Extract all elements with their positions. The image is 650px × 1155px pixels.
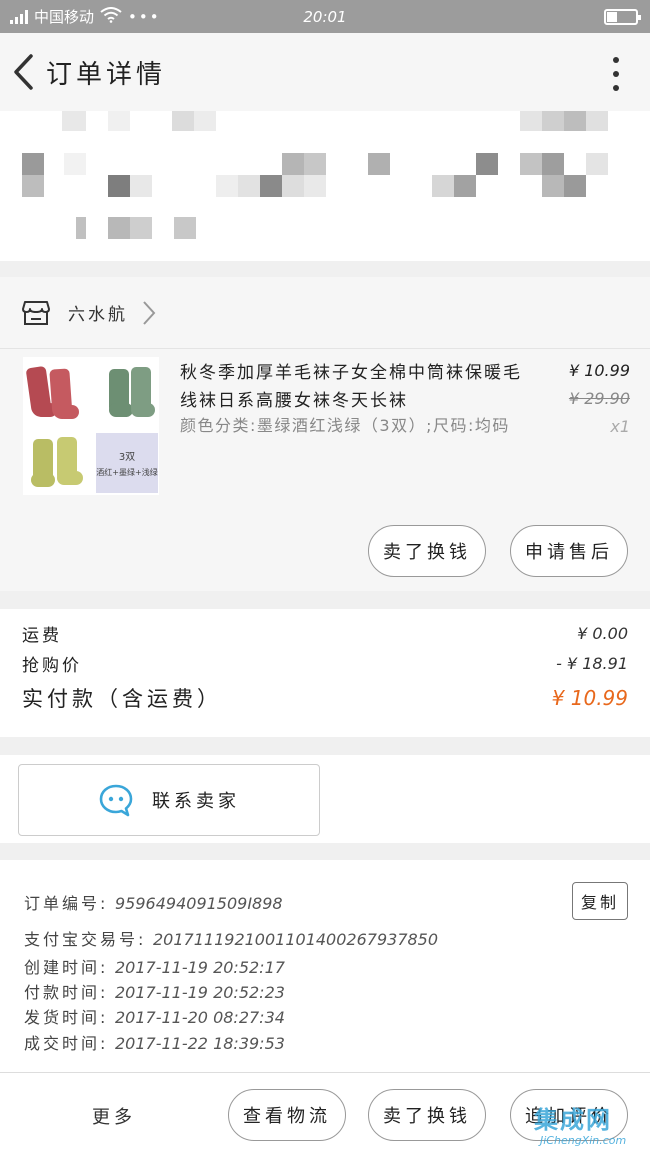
shop-row[interactable]: 六水航 bbox=[0, 277, 650, 349]
view-logistics-button[interactable]: 查看物流 bbox=[228, 1089, 346, 1141]
page-title: 订单详情 bbox=[46, 59, 167, 90]
order-info: 订单编号: 9596494091509I898 复制 支付宝交易号: 20171… bbox=[0, 860, 650, 1072]
carrier-label: 中国移动 bbox=[34, 8, 95, 26]
shipped-time-row: 发货时间: 2017-11-20 08:27:34 bbox=[24, 1008, 285, 1027]
chat-icon bbox=[99, 784, 133, 817]
product-sku: 颜色分类:墨绿酒红浅绿（3双）;尺码:均码 bbox=[180, 416, 510, 435]
contact-seller-label: 联系卖家 bbox=[152, 791, 240, 812]
order-number[interactable]: 9596494091509I898 bbox=[115, 894, 283, 913]
wifi-icon bbox=[100, 6, 122, 27]
chevron-right-icon bbox=[143, 300, 156, 325]
completed-time-row: 成交时间: 2017-11-22 18:39:53 bbox=[24, 1034, 285, 1053]
order-number-row: 订单编号: 9596494091509I898 bbox=[24, 894, 283, 913]
status-bar: 中国移动 ••• 20:01 bbox=[0, 0, 650, 33]
contact-section: 联系卖家 bbox=[0, 755, 650, 843]
payment-summary: 运费 ¥ 0.00 抢购价 - ¥ 18.91 实付款（含运费） ¥ 10.99 bbox=[0, 609, 650, 737]
product-original-price: ¥ 29.90 bbox=[568, 389, 630, 408]
chevron-left-icon bbox=[14, 54, 33, 90]
contact-seller-button[interactable]: 联系卖家 bbox=[18, 764, 320, 836]
product-quantity: x1 bbox=[610, 417, 630, 436]
watermark-logo: 集成网 JiChengXin.com bbox=[534, 1106, 627, 1147]
thumbnail-caption: 3双 酒红+墨绿+浅绿 bbox=[96, 433, 158, 493]
created-time-row: 创建时间: 2017-11-19 20:52:17 bbox=[24, 958, 285, 977]
total-value: ¥ 10.99 bbox=[551, 686, 628, 710]
product-price: ¥ 10.99 bbox=[568, 361, 630, 380]
more-status-icon: ••• bbox=[128, 7, 161, 26]
discount-value: - ¥ 18.91 bbox=[556, 654, 628, 673]
more-button[interactable]: 更多 bbox=[92, 1103, 136, 1129]
sell-again-button[interactable]: 卖了换钱 bbox=[368, 1089, 486, 1141]
product-thumbnail[interactable]: 3双 酒红+墨绿+浅绿 bbox=[23, 357, 159, 495]
product-title[interactable]: 秋冬季加厚羊毛袜子女全棉中筒袜保暖毛线袜日系高腰女袜冬天长袜 bbox=[180, 359, 540, 415]
shipping-value: ¥ 0.00 bbox=[577, 624, 628, 643]
after-sale-button[interactable]: 申请售后 bbox=[510, 525, 628, 577]
discount-label: 抢购价 bbox=[22, 656, 82, 676]
total-label: 实付款（含运费） bbox=[22, 687, 222, 711]
shop-name: 六水航 bbox=[68, 305, 128, 325]
copy-button[interactable]: 复制 bbox=[572, 882, 628, 920]
battery-icon bbox=[604, 9, 641, 25]
header: 订单详情 bbox=[0, 33, 650, 111]
back-button[interactable] bbox=[0, 33, 46, 111]
store-icon bbox=[22, 300, 50, 325]
paid-time-row: 付款时间: 2017-11-19 20:52:23 bbox=[24, 983, 285, 1002]
alipay-trade-row: 支付宝交易号: 2017111921001101400267937850 bbox=[24, 930, 439, 949]
address-redacted bbox=[0, 111, 650, 261]
more-menu-button[interactable] bbox=[610, 57, 622, 91]
signal-icon bbox=[10, 9, 28, 24]
product-item[interactable]: 3双 酒红+墨绿+浅绿 秋冬季加厚羊毛袜子女全棉中筒袜保暖毛线袜日系高腰女袜冬天… bbox=[0, 349, 650, 591]
sell-button[interactable]: 卖了换钱 bbox=[368, 525, 486, 577]
shipping-label: 运费 bbox=[22, 626, 62, 646]
